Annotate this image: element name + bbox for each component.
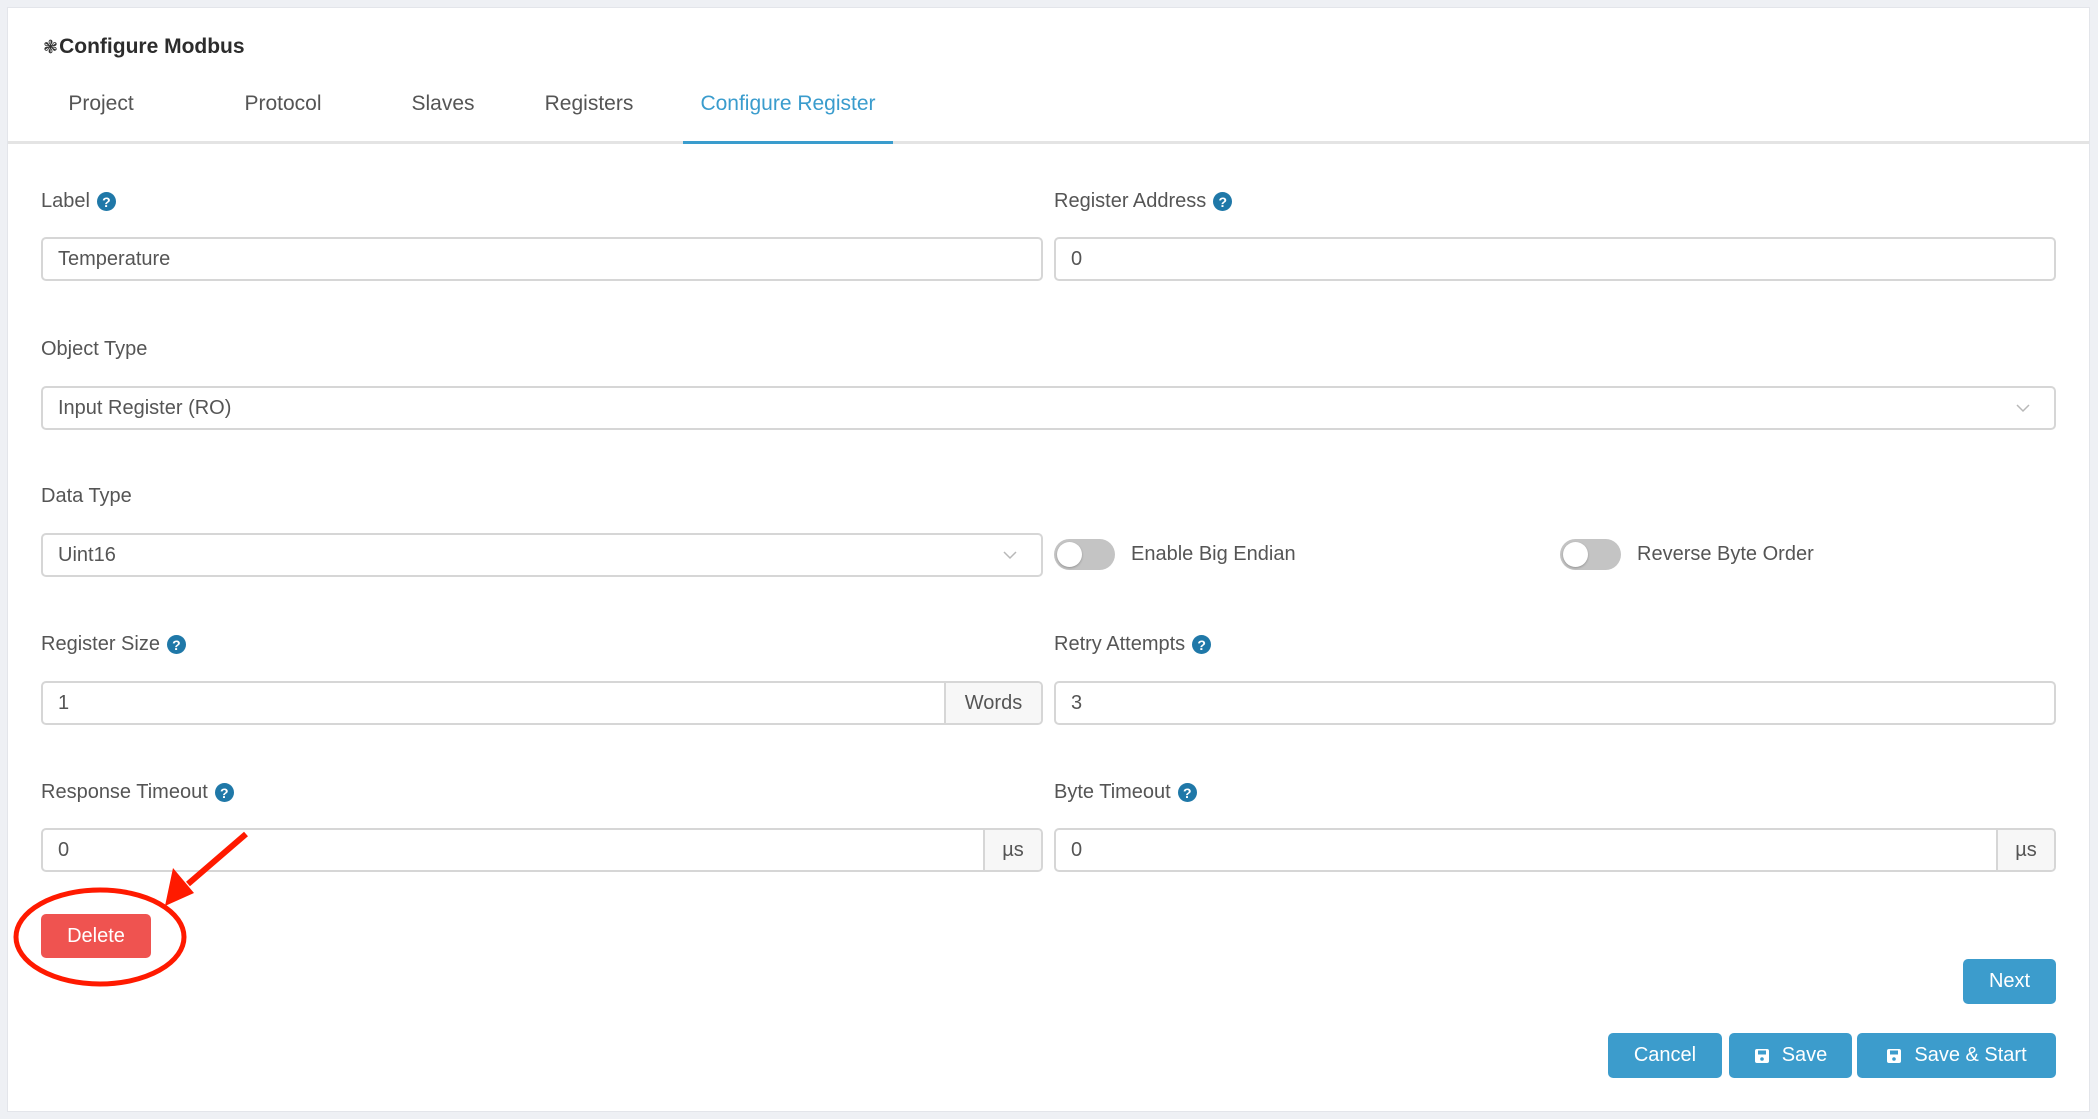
response-timeout-input[interactable]: 0 µs <box>41 828 1043 872</box>
next-button[interactable]: Next <box>1963 959 2056 1004</box>
page-title-text: Configure Modbus <box>59 35 245 58</box>
reverse-byte-order-label: Reverse Byte Order <box>1637 543 1814 565</box>
tab-project[interactable]: Project <box>48 78 154 141</box>
chevron-down-icon <box>1003 551 1017 560</box>
byte-timeout-label: Byte Timeout ? <box>1054 781 1197 804</box>
page-title: ❃ Configure Modbus <box>43 35 245 59</box>
retry-attempts-input[interactable]: 3 <box>1054 681 2056 725</box>
object-type-selected: Input Register (RO) <box>58 396 232 419</box>
register-size-label-text: Register Size <box>41 633 160 655</box>
chevron-down-icon <box>2016 404 2030 413</box>
save-and-start-button[interactable]: Save & Start <box>1857 1033 2056 1078</box>
floppy-disk-icon <box>1754 1048 1769 1063</box>
response-timeout-input-value: 0 <box>58 838 70 861</box>
help-icon[interactable]: ? <box>1177 783 1197 802</box>
tab-slaves[interactable]: Slaves <box>393 78 493 141</box>
byte-timeout-unit: µs <box>1996 830 2054 870</box>
object-type-label-text: Object Type <box>41 338 148 360</box>
register-address-input-value: 0 <box>1071 247 1083 270</box>
data-type-label-text: Data Type <box>41 485 132 507</box>
register-size-input[interactable]: 1 Words <box>41 681 1043 725</box>
help-icon[interactable]: ? <box>1192 635 1212 654</box>
byte-timeout-input-value: 0 <box>1071 838 1083 861</box>
byte-timeout-label-text: Byte Timeout <box>1054 781 1171 803</box>
enable-big-endian-label: Enable Big Endian <box>1131 543 1296 565</box>
data-type-label: Data Type <box>41 485 132 508</box>
delete-button[interactable]: Delete <box>41 914 151 958</box>
tab-bar: Project Protocol Slaves Registers Config… <box>8 78 2089 144</box>
save-button[interactable]: Save <box>1729 1033 1852 1078</box>
help-icon[interactable]: ? <box>1213 192 1233 211</box>
register-size-unit: Words <box>944 683 1041 723</box>
retry-attempts-input-value: 3 <box>1071 691 1083 714</box>
object-type-label: Object Type <box>41 338 147 361</box>
help-icon[interactable]: ? <box>96 192 116 211</box>
tab-protocol[interactable]: Protocol <box>213 78 353 141</box>
register-address-label-text: Register Address <box>1054 190 1207 212</box>
tab-registers[interactable]: Registers <box>526 78 652 141</box>
label-input[interactable]: Temperature <box>41 237 1043 281</box>
data-type-selected: Uint16 <box>58 543 116 566</box>
toggle-knob <box>1057 542 1082 567</box>
label-field-label: Label ? <box>41 190 116 213</box>
byte-timeout-input[interactable]: 0 µs <box>1054 828 2056 872</box>
toggle-knob <box>1563 542 1588 567</box>
help-icon[interactable]: ? <box>214 783 234 802</box>
floppy-disk-icon <box>1887 1048 1902 1063</box>
label-field-label-text: Label <box>41 190 90 212</box>
object-type-select[interactable]: Input Register (RO) <box>41 386 2056 430</box>
register-size-label: Register Size ? <box>41 633 186 656</box>
retry-attempts-label-text: Retry Attempts <box>1054 633 1186 655</box>
register-address-label: Register Address ? <box>1054 190 1233 213</box>
cancel-button[interactable]: Cancel <box>1608 1033 1722 1078</box>
retry-attempts-label: Retry Attempts ? <box>1054 633 1212 656</box>
reverse-byte-order-toggle[interactable] <box>1560 539 1621 570</box>
enable-big-endian-toggle[interactable] <box>1054 539 1115 570</box>
tab-configure-register[interactable]: Configure Register <box>683 78 893 144</box>
label-input-value: Temperature <box>58 247 171 270</box>
register-size-input-value: 1 <box>58 691 70 714</box>
data-type-select[interactable]: Uint16 <box>41 533 1043 577</box>
register-address-input[interactable]: 0 <box>1054 237 2056 281</box>
response-timeout-label: Response Timeout ? <box>41 781 234 804</box>
response-timeout-unit: µs <box>983 830 1041 870</box>
help-icon[interactable]: ? <box>166 635 186 654</box>
save-button-label: Save <box>1781 1044 1828 1066</box>
cog-icon: ❃ <box>43 36 59 57</box>
save-and-start-button-label: Save & Start <box>1914 1044 2027 1066</box>
response-timeout-label-text: Response Timeout <box>41 781 208 803</box>
